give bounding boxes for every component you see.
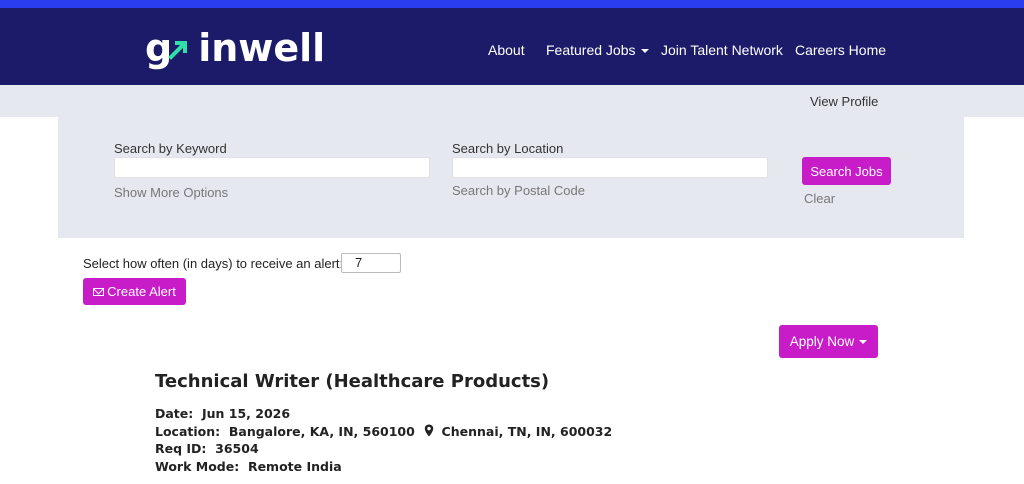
work-mode-value: Remote India bbox=[247, 459, 342, 474]
job-date: Date: Jun 15, 2026 bbox=[155, 406, 290, 421]
date-value: Jun 15, 2026 bbox=[201, 406, 291, 421]
nav-featured-jobs-label: Featured Jobs bbox=[546, 42, 636, 58]
req-id-label: Req ID: bbox=[155, 441, 207, 456]
view-profile-link[interactable]: View Profile bbox=[810, 94, 878, 109]
location-value-1: Bangalore, KA, IN, 560100 bbox=[228, 424, 415, 439]
mail-icon bbox=[93, 287, 105, 296]
location-value-2: Chennai, TN, IN, 600032 bbox=[441, 424, 613, 439]
nav-join-talent-network[interactable]: Join Talent Network bbox=[661, 42, 783, 58]
top-accent-stripe bbox=[0, 0, 1024, 8]
nav-careers-home[interactable]: Careers Home bbox=[795, 42, 886, 58]
req-id-value: 36504 bbox=[215, 441, 259, 456]
show-more-options-link[interactable]: Show More Options bbox=[114, 185, 228, 200]
create-alert-button[interactable]: Create Alert bbox=[83, 278, 186, 305]
location-input[interactable] bbox=[452, 157, 768, 178]
apply-now-button[interactable]: Apply Now bbox=[779, 325, 878, 358]
clear-link[interactable]: Clear bbox=[804, 191, 835, 206]
logo-text-suffix: inwell bbox=[198, 26, 326, 70]
map-pin-icon bbox=[424, 424, 434, 437]
job-location: Location: Bangalore, KA, IN, 560100 Chen… bbox=[155, 424, 612, 439]
alert-frequency-label: Select how often (in days) to receive an… bbox=[83, 256, 344, 271]
location-label: Location: bbox=[155, 424, 221, 439]
logo[interactable]: g inwell bbox=[145, 26, 325, 70]
keyword-input[interactable] bbox=[114, 157, 430, 178]
alert-days-input[interactable]: 7 bbox=[341, 253, 401, 273]
search-panel: Search by Keyword Show More Options Sear… bbox=[58, 117, 964, 238]
create-alert-label: Create Alert bbox=[107, 284, 176, 299]
postal-code-link[interactable]: Search by Postal Code bbox=[452, 183, 585, 198]
location-label: Search by Location bbox=[452, 141, 564, 156]
job-req-id: Req ID: 36504 bbox=[155, 441, 259, 456]
apply-now-label: Apply Now bbox=[789, 334, 855, 349]
nav-featured-jobs[interactable]: Featured Jobs bbox=[546, 42, 649, 58]
keyword-label: Search by Keyword bbox=[114, 141, 227, 156]
work-mode-label: Work Mode: bbox=[155, 459, 240, 474]
caret-down-icon bbox=[640, 49, 649, 54]
job-work-mode: Work Mode: Remote India bbox=[155, 459, 342, 474]
date-label: Date: bbox=[155, 406, 194, 421]
logo-arrow-icon bbox=[168, 41, 187, 60]
search-jobs-button[interactable]: Search Jobs bbox=[802, 157, 891, 185]
sub-bar: View Profile bbox=[0, 85, 1024, 117]
job-title: Technical Writer (Healthcare Products) bbox=[155, 371, 550, 392]
caret-down-icon bbox=[859, 339, 868, 344]
nav-about[interactable]: About bbox=[488, 42, 525, 58]
